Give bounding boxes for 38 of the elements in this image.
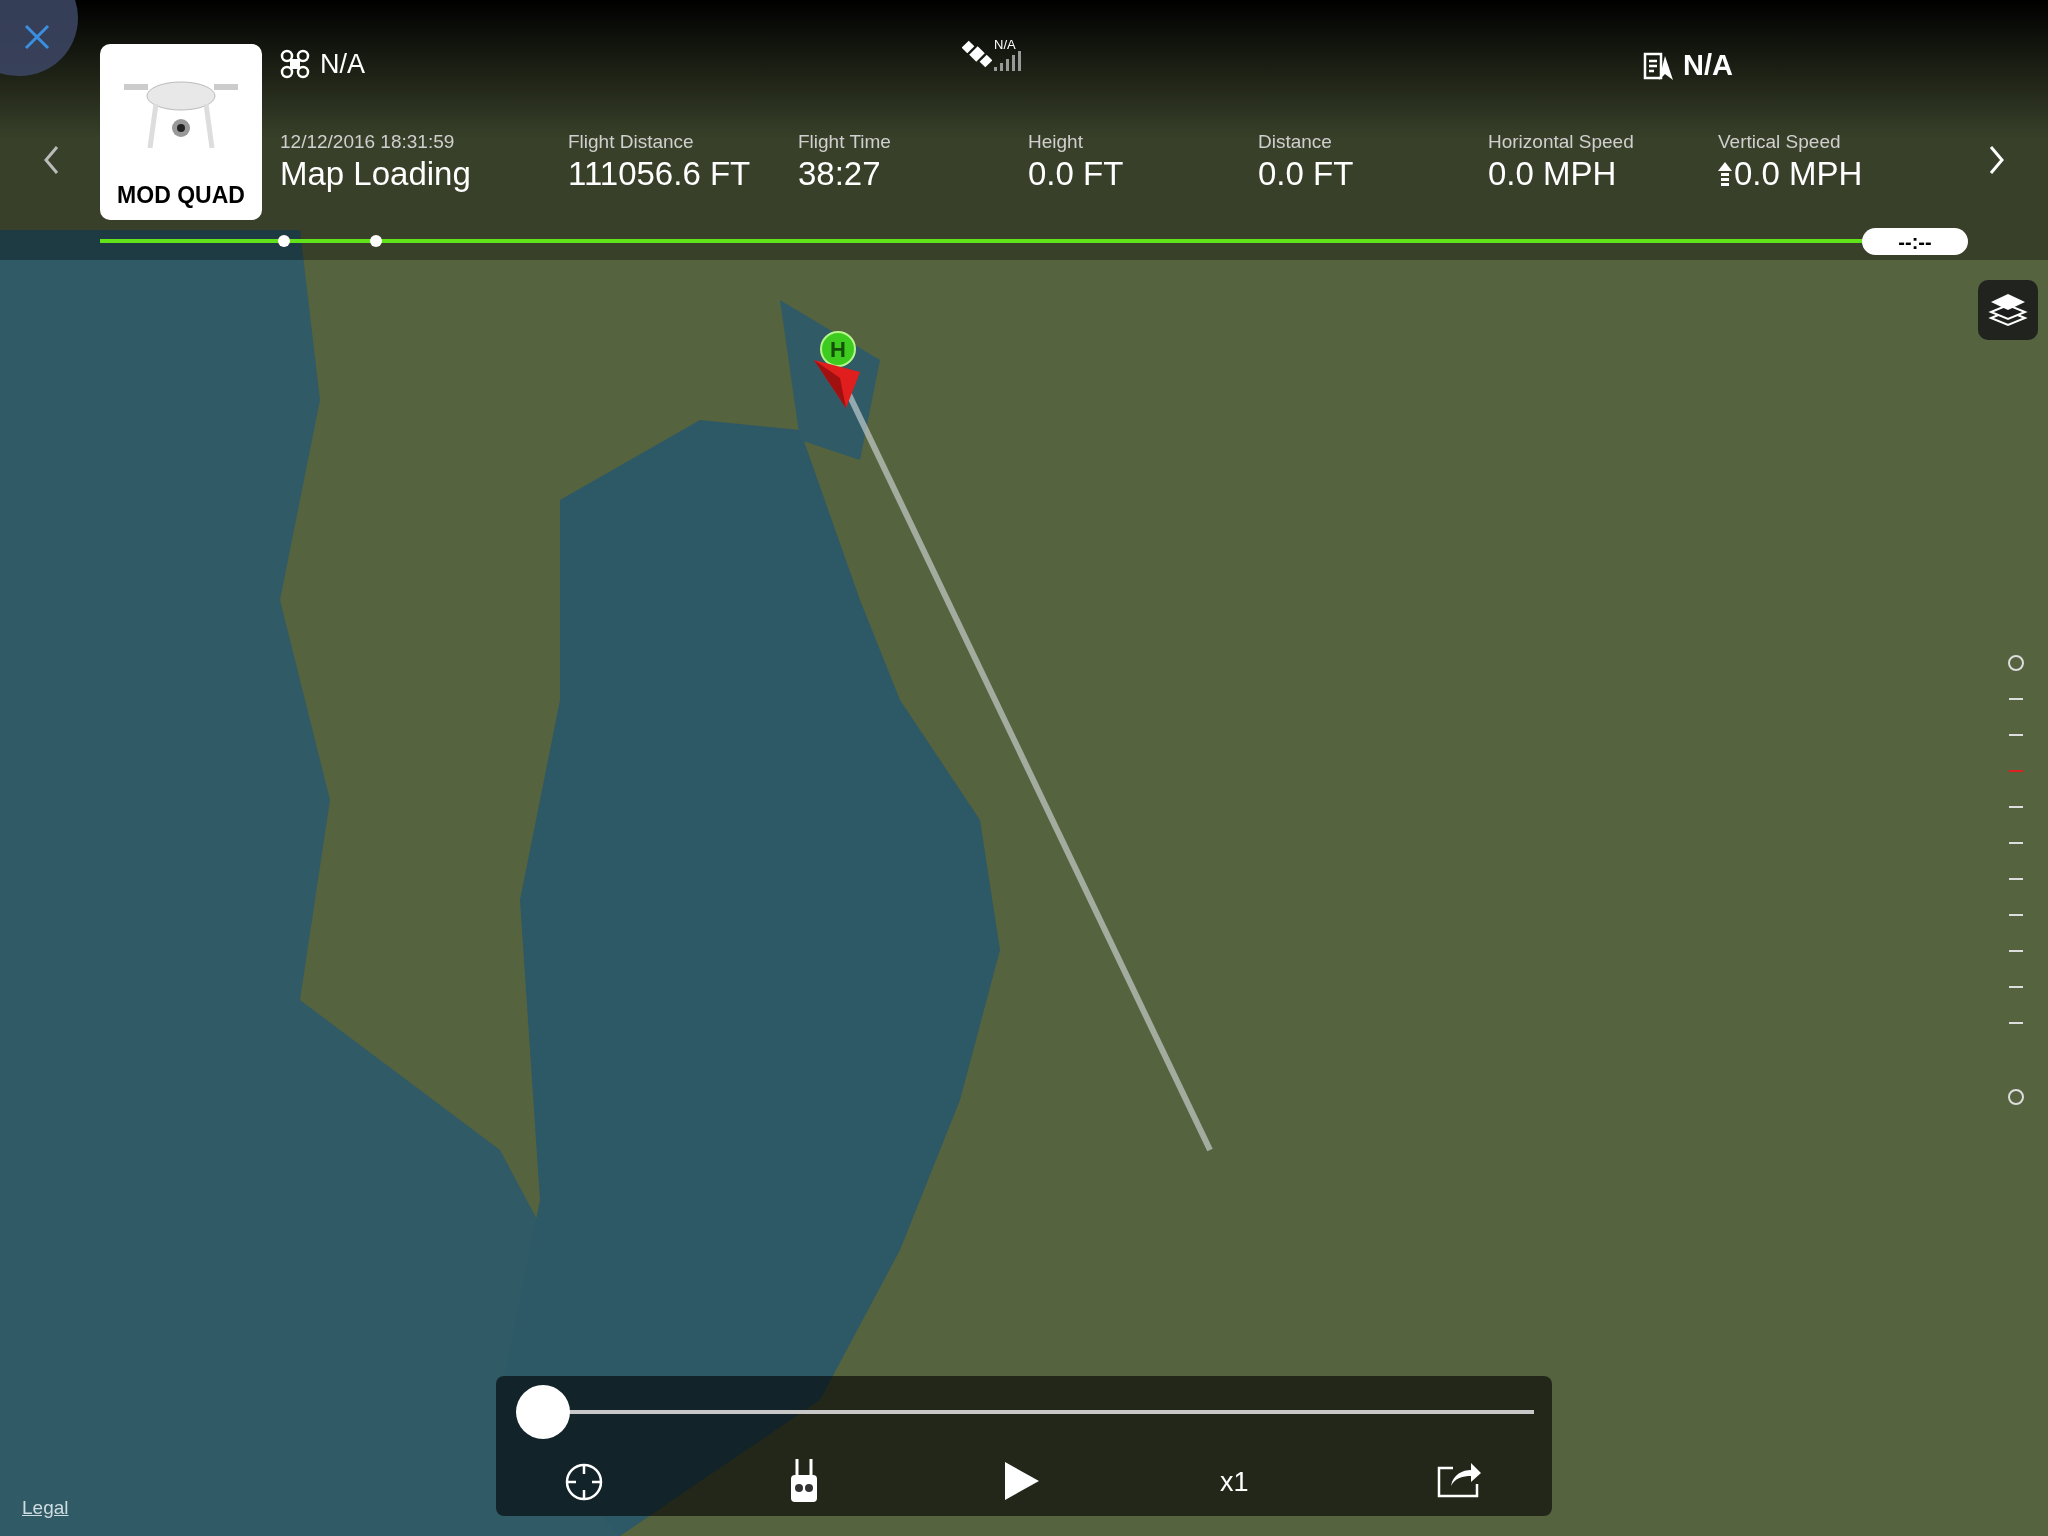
stat-label: Flight Time — [798, 130, 892, 154]
flight-datetime: 12/12/2016 18:31:59 — [280, 130, 456, 154]
stat-label: Height — [1028, 130, 1084, 154]
drone-icon — [280, 49, 310, 80]
stat-label: Vertical Speed — [1718, 130, 1842, 154]
aircraft-name: MOD QUAD — [117, 180, 245, 210]
locate-button[interactable] — [564, 1462, 604, 1502]
stat-value: 38:27 — [798, 154, 881, 194]
playback-slider[interactable] — [516, 1385, 1534, 1439]
close-icon — [23, 23, 51, 51]
timeline-time-pill: --:-- — [1862, 228, 1968, 255]
flight-log-status-text: N/A — [1683, 48, 1733, 83]
crosshair-icon — [565, 1463, 603, 1501]
stat-value: 0.0 FT — [1258, 154, 1354, 194]
up-arrow-icon — [1718, 162, 1732, 186]
map-layers-button[interactable] — [1978, 280, 2038, 340]
flight-location: Map Loading — [280, 154, 471, 194]
stat-label: Distance — [1258, 130, 1333, 154]
stat-value: 0.0 MPH — [1488, 154, 1617, 194]
stat-label: Flight Distance — [568, 130, 695, 154]
chevron-right-icon — [1989, 145, 2005, 175]
satellite-icon — [962, 38, 992, 70]
aircraft-status-text: N/A — [320, 48, 365, 81]
stat-value: 0.0 MPH — [1734, 154, 1863, 194]
play-icon — [1003, 1460, 1041, 1502]
remote-controller-icon — [790, 1459, 818, 1503]
layers-icon — [1988, 291, 2028, 329]
remote-controller-button[interactable] — [788, 1458, 820, 1504]
aircraft-arrow-icon — [812, 358, 862, 410]
gps-status-text: N/A — [994, 38, 1016, 51]
playback-speed-button[interactable]: x1 — [1220, 1462, 1249, 1503]
stat-value: 111056.6 FT — [568, 154, 751, 194]
share-icon — [1437, 1460, 1483, 1498]
legal-link[interactable]: Legal — [22, 1494, 69, 1523]
stat-value: 0.0 FT — [1028, 154, 1124, 194]
stat-label: Horizontal Speed — [1488, 130, 1635, 154]
chevron-left-icon — [43, 145, 59, 175]
signal-bars-icon — [994, 51, 1022, 71]
